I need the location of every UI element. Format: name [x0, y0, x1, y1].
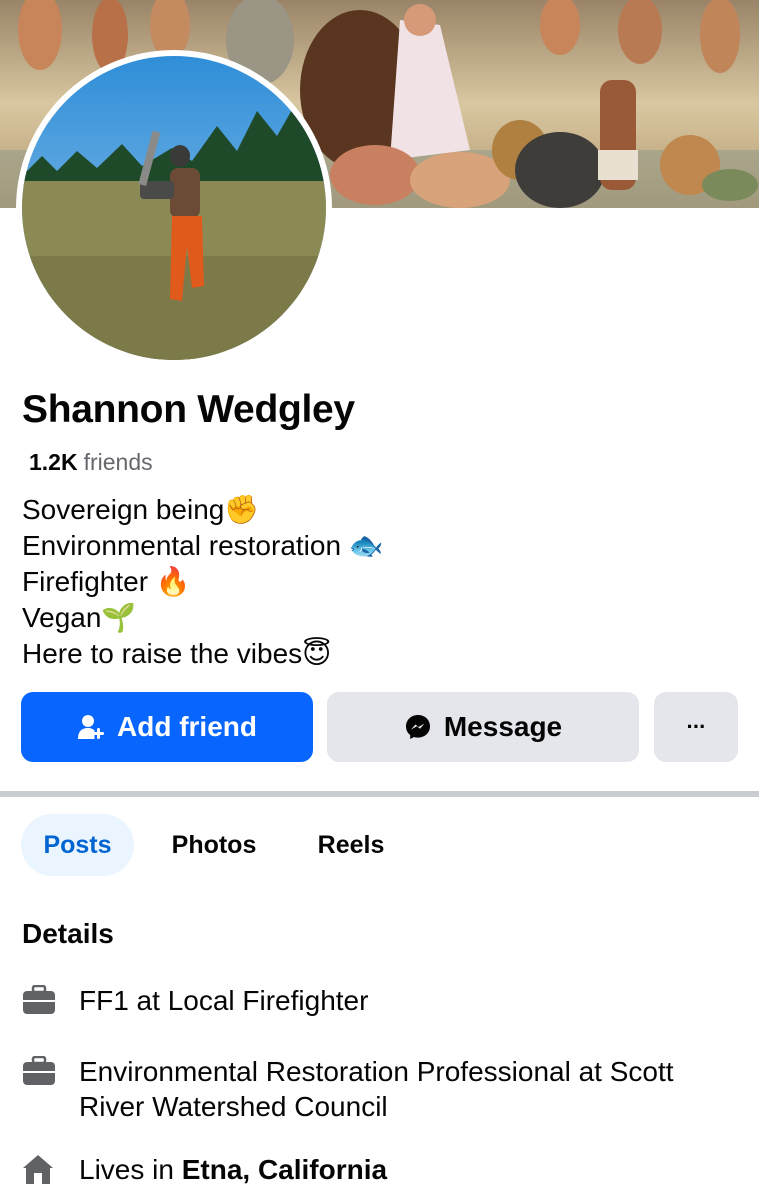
message-label: Message — [443, 711, 563, 742]
friends-count-value: 1.2K — [29, 449, 78, 475]
location-place[interactable]: Etna, California — [182, 1154, 387, 1185]
avatar-photo — [22, 56, 326, 360]
seedling-emoji: 🌱 — [101, 602, 137, 633]
detail-text: FF1 at Local Firefighter — [79, 985, 369, 1016]
bio-line: Vegan🌱 — [22, 602, 137, 633]
bio-line: Here to raise the vibes😇 — [22, 638, 332, 669]
detail-text: Lives in Etna, California — [79, 1154, 388, 1185]
more-options-button[interactable]: ··· — [654, 692, 738, 762]
home-icon — [22, 1153, 54, 1190]
tab-photos[interactable]: Photos — [150, 814, 278, 876]
tab-posts[interactable]: Posts — [21, 814, 134, 876]
add-person-icon — [77, 713, 105, 741]
bio-line: Firefighter 🔥 — [22, 566, 191, 597]
more-dots-icon: ··· — [686, 714, 707, 739]
fire-emoji: 🔥 — [155, 566, 191, 597]
briefcase-icon — [22, 1055, 56, 1091]
add-friend-button[interactable]: Add friend — [21, 692, 313, 762]
halo-smile-emoji: 😇 — [302, 638, 332, 669]
detail-text: Environmental Restoration Professional a… — [79, 1056, 674, 1122]
profile-bio: Sovereign being✊ Environmental restorati… — [22, 492, 384, 672]
details-heading: Details — [22, 918, 114, 949]
message-button[interactable]: Message — [327, 692, 639, 762]
raised-fist-emoji: ✊ — [224, 494, 260, 525]
add-friend-label: Add friend — [117, 711, 257, 742]
tab-reels[interactable]: Reels — [295, 814, 407, 876]
profile-avatar[interactable] — [16, 50, 332, 366]
bio-line: Sovereign being✊ — [22, 494, 260, 525]
messenger-icon — [404, 713, 432, 741]
briefcase-icon — [22, 984, 56, 1020]
fish-emoji: 🐟 — [348, 530, 384, 561]
section-divider — [0, 791, 759, 797]
friends-count[interactable]: 1.2K friends — [29, 449, 153, 476]
bio-line: Environmental restoration 🐟 — [22, 530, 384, 561]
profile-name: Shannon Wedgley — [22, 388, 355, 431]
friends-label: friends — [83, 449, 153, 475]
